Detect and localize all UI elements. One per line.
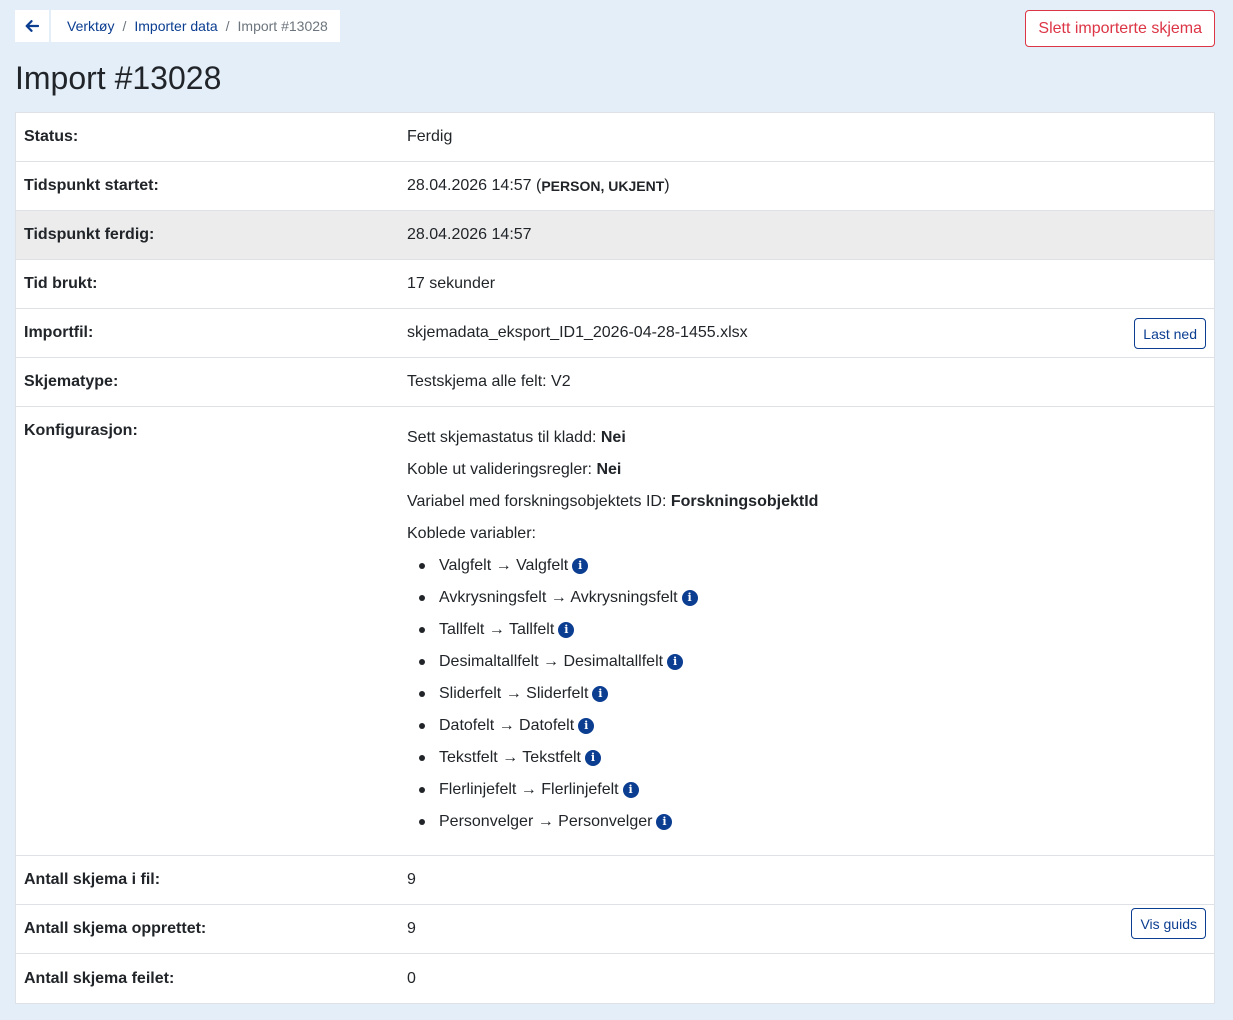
bullet [419,627,425,633]
mapping-text: Valgfelt → Valgfelt [439,557,569,574]
mapping-text: Desimaltallfelt → Desimaltallfelt [439,653,664,670]
config-id-variable-value: ForskningsobjektId [670,493,819,510]
config-id-variable-label: Variabel med forskningsobjektets ID: [407,493,667,510]
count-in-file-label: Antall skjema i fil: [24,871,161,888]
count-failed-value: 0 [407,969,416,987]
config-id-variable: Variabel med forskningsobjektets ID: For… [407,486,1214,518]
info-circle-icon[interactable]: i [656,814,673,830]
info-circle-icon[interactable]: i [572,558,589,574]
breadcrumb-separator: / [225,18,230,34]
config-validation-value: Nei [596,461,622,478]
import-file-row: Importfil: skjemadata_eksport_ID1_2026-0… [16,309,1214,358]
status-value: Ferdig [407,128,453,145]
count-in-file-value: 9 [407,871,416,888]
breadcrumb: Verktøy / Importer data / Import #13028 [51,10,340,42]
info-circle-icon[interactable]: i [592,686,609,702]
count-created-row: Antall skjema opprettet: 9 Vis guids [16,905,1214,954]
import-file-label: Importfil: [24,324,94,341]
duration-value: 17 sekunder [407,275,496,292]
bullet [419,819,425,825]
breadcrumb-current: Import #13028 [237,18,328,34]
config-draft-label: Sett skjemastatus til kladd: [407,429,597,446]
duration-label: Tid brukt: [24,275,98,292]
info-circle-icon[interactable]: i [667,654,684,670]
mapping-text: Tekstfelt → Tekstfelt [439,749,581,766]
breadcrumb-link-import-data[interactable]: Importer data [134,18,217,34]
form-type-value: Testskjema alle felt: V2 [407,373,571,390]
finished-row: Tidspunkt ferdig: 28.04.2026 14:57 [16,211,1214,260]
import-file-name: skjemadata_eksport_ID1_2026-04-28-1455.x… [407,324,748,341]
info-circle-icon[interactable]: i [584,750,601,766]
mapping-text: Avkrysningsfelt → Avkrysningsfelt [439,589,678,606]
breadcrumb-link-tools[interactable]: Verktøy [67,18,114,34]
count-in-file-row: Antall skjema i fil: 9 [16,856,1214,905]
started-row: Tidspunkt startet: 28.04.2026 14:57 (PER… [16,162,1214,211]
list-item: Personvelger → Personvelger i [419,806,1214,838]
started-value-container: 28.04.2026 14:57 (PERSON, UKJENT) [407,162,1214,210]
mapping-text: Tallfelt → Tallfelt [439,621,555,638]
started-paren-close: ) [664,177,670,194]
bullet [419,659,425,665]
config-validation-label: Koble ut valideringsregler: [407,461,592,478]
count-failed-row: Antall skjema feilet: 0 [16,954,1214,1003]
bullet [419,755,425,761]
linked-variables-list: Valgfelt → Valgfelt i Avkrysningsfelt → … [407,550,1214,838]
duration-row: Tid brukt: 17 sekunder [16,260,1214,309]
count-failed-label: Antall skjema feilet: [24,969,175,987]
list-item: Avkrysningsfelt → Avkrysningsfelt i [419,582,1214,614]
show-guids-button[interactable]: Vis guids [1131,908,1206,939]
mapping-text: Sliderfelt → Sliderfelt [439,685,589,702]
back-button[interactable] [15,10,49,42]
top-navigation: Verktøy / Importer data / Import #13028 [15,10,340,42]
config-linked-variables-label: Koblede variabler: [407,525,536,542]
list-item: Tallfelt → Tallfelt i [419,614,1214,646]
info-circle-icon[interactable]: i [578,718,595,734]
list-item: Desimaltallfelt → Desimaltallfelt i [419,646,1214,678]
import-details-table: Status: Ferdig Tidspunkt startet: 28.04.… [15,112,1215,1004]
bullet [419,691,425,697]
config-validation: Koble ut valideringsregler: Nei [407,454,1214,486]
started-by-person: PERSON, UKJENT [541,178,665,194]
bullet [419,595,425,601]
mapping-text: Personvelger → Personvelger [439,813,653,830]
page-title: Import #13028 [15,60,222,96]
configuration-row: Konfigurasjon: Sett skjemastatus til kla… [16,407,1214,856]
bullet [419,563,425,569]
started-label: Tidspunkt startet: [24,177,159,194]
bullet [419,723,425,729]
info-circle-icon[interactable]: i [558,622,575,638]
list-item: Tekstfelt → Tekstfelt i [419,742,1214,774]
configuration-label: Konfigurasjon: [24,422,138,439]
status-row: Status: Ferdig [16,113,1214,162]
download-button[interactable]: Last ned [1134,318,1206,349]
status-label: Status: [24,128,79,145]
mapping-text: Datofelt → Datofelt [439,717,575,734]
list-item: Sliderfelt → Sliderfelt i [419,678,1214,710]
count-created-label: Antall skjema opprettet: [24,920,207,937]
mapping-text: Flerlinjefelt → Flerlinjefelt [439,781,619,798]
arrow-left-icon [25,20,39,32]
breadcrumb-separator: / [122,18,127,34]
list-item: Valgfelt → Valgfelt i [419,550,1214,582]
info-circle-icon[interactable]: i [681,590,698,606]
form-type-label: Skjematype: [24,373,119,390]
count-created-value: 9 [407,920,416,937]
config-draft-value: Nei [600,429,626,446]
started-value: 28.04.2026 14:57 [407,177,532,194]
list-item: Flerlinjefelt → Flerlinjefelt i [419,774,1214,806]
config-draft-status: Sett skjemastatus til kladd: Nei [407,422,1214,454]
form-type-row: Skjematype: Testskjema alle felt: V2 [16,358,1214,407]
finished-value: 28.04.2026 14:57 [407,226,532,243]
configuration-value: Sett skjemastatus til kladd: Nei Koble u… [407,407,1214,855]
bullet [419,787,425,793]
list-item: Datofelt → Datofelt i [419,710,1214,742]
delete-imported-forms-button[interactable]: Slett importerte skjema [1025,10,1215,47]
finished-label: Tidspunkt ferdig: [24,226,155,243]
info-circle-icon[interactable]: i [622,782,639,798]
